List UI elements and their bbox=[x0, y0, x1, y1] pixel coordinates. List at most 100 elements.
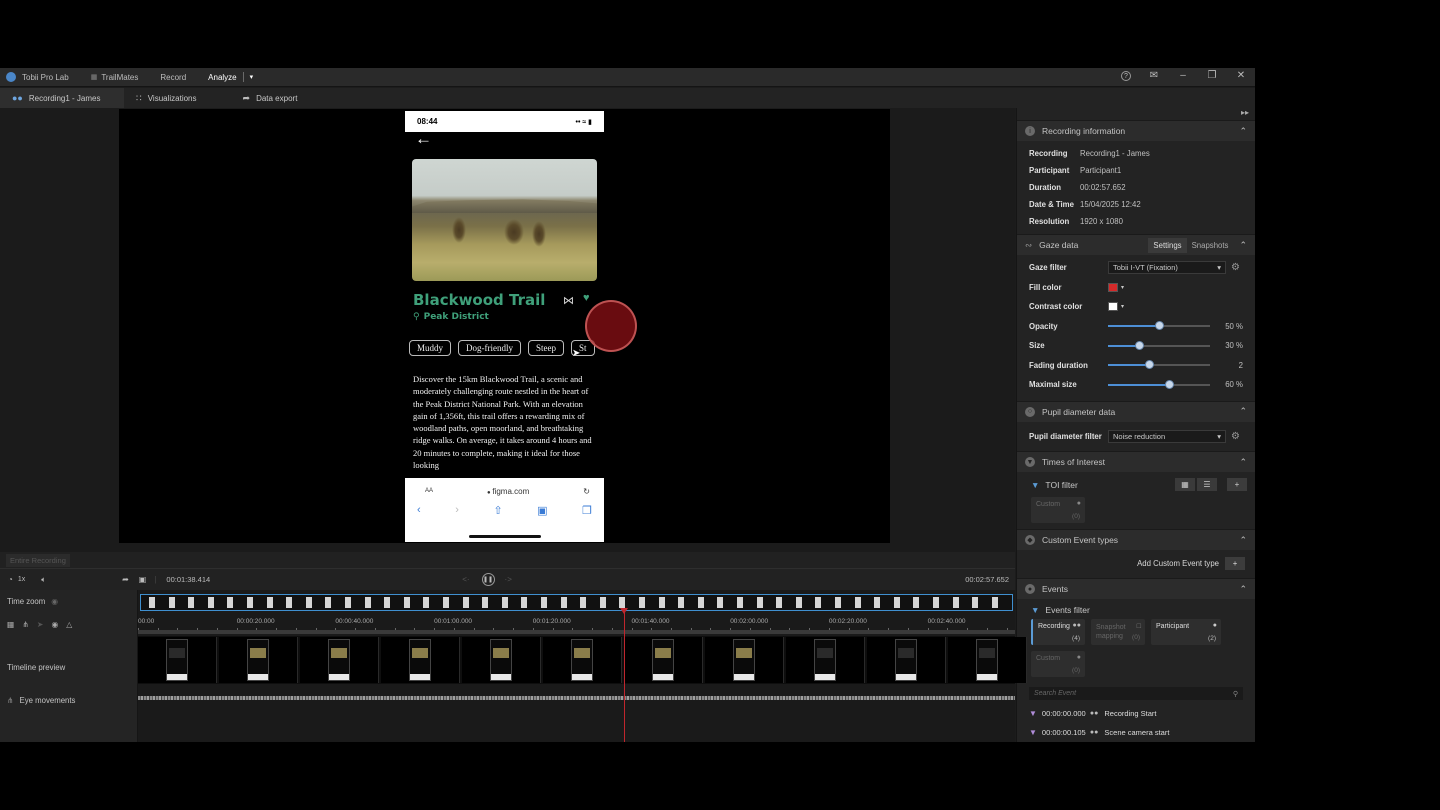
slider[interactable] bbox=[1108, 379, 1210, 390]
slider[interactable] bbox=[1108, 360, 1210, 370]
graph-icon[interactable]: △ bbox=[66, 620, 72, 629]
overview-frame bbox=[325, 597, 332, 608]
overview-frame bbox=[952, 597, 959, 608]
filmstrip-icon[interactable]: ▦ bbox=[7, 620, 14, 629]
scrub-bar[interactable] bbox=[138, 630, 1015, 634]
eye-movements-row: ⋔ Eye movements bbox=[7, 696, 76, 705]
slider-knob[interactable] bbox=[1134, 340, 1144, 350]
tab-snapshots[interactable]: Snapshots bbox=[1187, 238, 1234, 253]
gear-icon[interactable]: ⚙ bbox=[1231, 262, 1240, 273]
tab-visualizations[interactable]: ∷ Visualizations bbox=[124, 88, 211, 108]
toi-header[interactable]: ▼ Times of Interest ⌃ bbox=[1017, 451, 1255, 472]
step-forward-icon[interactable]: ·> bbox=[505, 575, 512, 584]
step-back-icon[interactable]: <· bbox=[462, 575, 469, 584]
slider-row: Fading duration 2 bbox=[1017, 356, 1255, 376]
event-card-custom[interactable]: Custom ● (0) bbox=[1031, 651, 1085, 677]
share-arrow-icon[interactable]: ➦ bbox=[122, 575, 129, 584]
collapse-icon[interactable]: ⌃ bbox=[1239, 240, 1247, 251]
event-card-snapshot[interactable]: Snapshot mapping □ (0) bbox=[1091, 619, 1145, 645]
fill-color-picker[interactable]: ▾ bbox=[1108, 282, 1124, 292]
minimize-button[interactable]: – bbox=[1177, 70, 1189, 81]
tab-analyze[interactable]: Analyze ▾ bbox=[208, 72, 253, 82]
phone-status-bar: 08:44 •• ≈ ▮ bbox=[405, 111, 604, 132]
expand-panel-icon[interactable]: ▸▸ bbox=[1017, 108, 1255, 120]
help-icon[interactable]: ? bbox=[1121, 70, 1131, 81]
slider-knob[interactable] bbox=[1155, 321, 1164, 331]
slider-knob[interactable] bbox=[1165, 379, 1175, 389]
preview-frame bbox=[948, 637, 1027, 683]
volume-icon[interactable]: 🔈︎ bbox=[41, 575, 46, 585]
pupil-filter-select[interactable]: Noise reduction ▾ bbox=[1108, 429, 1226, 443]
feedback-icon[interactable]: ✉ bbox=[1148, 70, 1160, 81]
gaze-data-header[interactable]: ∾ Gaze data Settings Snapshots ⌃ bbox=[1017, 234, 1255, 255]
overview-frame bbox=[893, 597, 900, 608]
event-card-participant[interactable]: Participant ● (2) bbox=[1151, 619, 1221, 645]
slider[interactable] bbox=[1108, 340, 1210, 351]
slider-label: Maximal size bbox=[1029, 380, 1077, 390]
add-custom-event-button[interactable]: + bbox=[1225, 557, 1245, 570]
chart-icon: ∾ bbox=[1025, 239, 1033, 250]
preview-photo bbox=[817, 648, 833, 658]
current-time: 00:01:38.414 bbox=[166, 575, 211, 584]
tab-record[interactable]: Record bbox=[160, 73, 186, 82]
tab-recording[interactable]: ●● Recording1 - James bbox=[0, 88, 124, 108]
toi-card-custom[interactable]: Custom ● (0) bbox=[1031, 497, 1085, 523]
zoom-icon[interactable]: ◉ bbox=[51, 597, 58, 606]
collapse-icon[interactable]: ⌃ bbox=[1239, 406, 1247, 417]
tab-data-export[interactable]: ➦ Data export bbox=[231, 88, 312, 108]
time-zoom-overview[interactable] bbox=[140, 594, 1013, 611]
scene-video[interactable]: 08:44 •• ≈ ▮ ← Blackwood Trail ⋈ ♥ ⚲ Peak… bbox=[119, 109, 890, 543]
event-marker-icon: ▼ bbox=[1029, 728, 1037, 737]
chevron-down-icon[interactable]: ▾ bbox=[250, 73, 254, 81]
recording-info-table: Recording Recording1 - James Participant P… bbox=[1017, 141, 1255, 234]
overview-frame bbox=[384, 597, 391, 608]
slider-fill bbox=[1108, 364, 1149, 367]
slider-value: 30 % bbox=[1225, 341, 1243, 351]
trail-location: ⚲ Peak District bbox=[413, 312, 489, 322]
play-pause-button[interactable]: ❚❚ bbox=[481, 573, 495, 586]
events-filter-row: ▼ Events filter bbox=[1031, 605, 1090, 615]
events-header[interactable]: ● Events ⌃ bbox=[1017, 578, 1255, 599]
export-arrow-icon: ➦ bbox=[242, 92, 251, 103]
maximize-button[interactable]: ❐ bbox=[1206, 70, 1218, 81]
recording-info-header[interactable]: i Recording information ⌃ bbox=[1017, 120, 1255, 141]
preview-frame bbox=[705, 637, 784, 683]
signal-wifi-battery-icon: •• ≈ ▮ bbox=[575, 118, 593, 126]
timeline-preview-thumbnails[interactable] bbox=[138, 636, 1027, 684]
pupil-diameter-header[interactable]: ○ Pupil diameter data ⌃ bbox=[1017, 400, 1255, 422]
slider[interactable] bbox=[1108, 321, 1210, 331]
collapse-icon[interactable]: ⌃ bbox=[1239, 535, 1247, 546]
add-toi-button[interactable]: + bbox=[1227, 478, 1247, 491]
tab-settings[interactable]: Settings bbox=[1148, 237, 1187, 253]
gear-icon[interactable]: ⚙ bbox=[1231, 431, 1240, 442]
custom-event-types-header[interactable]: ◆ Custom Event types ⌃ bbox=[1017, 529, 1255, 550]
branch-icon[interactable]: ⋔ bbox=[22, 620, 29, 629]
tobii-logo-icon bbox=[6, 72, 16, 82]
divider bbox=[242, 72, 244, 82]
mobile-browser-bar: AA ● figma.com ↻ ‹ › ⇧ ▣ ❐ bbox=[405, 478, 604, 542]
playback-controls: ◔ 1x 🔈︎ ➦ ▣ | 00:01:38.414 <· ❚❚ ·> 00:0… bbox=[0, 568, 1015, 590]
event-row[interactable]: ▼ 00:00:00.000 ●● Recording Start bbox=[1017, 704, 1255, 723]
collapse-icon[interactable]: ⌃ bbox=[1239, 457, 1247, 468]
search-event-input[interactable]: Search Event ⚲ bbox=[1029, 687, 1243, 700]
eye-icon[interactable]: ◉ bbox=[51, 620, 58, 629]
speed-icon[interactable]: ◔ bbox=[8, 575, 13, 584]
grid-view-icon[interactable]: ▦ bbox=[1175, 478, 1195, 491]
collapse-icon[interactable]: ⌃ bbox=[1239, 126, 1247, 137]
snapshot-icon[interactable]: ▣ bbox=[139, 575, 147, 584]
playback-speed[interactable]: 1x bbox=[18, 576, 25, 583]
event-card-recording[interactable]: Recording ●● (4) bbox=[1031, 619, 1085, 645]
scope-selector[interactable]: Entire Recording bbox=[6, 553, 70, 567]
slider-knob[interactable] bbox=[1144, 360, 1154, 370]
close-button[interactable]: ✕ bbox=[1235, 70, 1247, 81]
arrow-icon[interactable]: ➤ bbox=[37, 620, 44, 629]
playhead[interactable] bbox=[623, 608, 625, 742]
event-row[interactable]: ▼ 00:00:00.105 ●● Scene camera start bbox=[1017, 723, 1255, 742]
project-menu[interactable]: ▦ TrailMates bbox=[91, 73, 139, 82]
timeline-tracks[interactable]: 00:00 00:00:20.000 00:00:40.000 00:01:00.00… bbox=[138, 590, 1027, 742]
list-view-icon[interactable]: ☰ bbox=[1197, 478, 1217, 491]
gaze-filter-select[interactable]: Tobii I-VT (Fixation) ▾ bbox=[1108, 261, 1226, 275]
collapse-icon[interactable]: ⌃ bbox=[1239, 584, 1247, 595]
preview-phone bbox=[247, 639, 269, 681]
contrast-color-picker[interactable]: ▾ bbox=[1108, 302, 1124, 312]
